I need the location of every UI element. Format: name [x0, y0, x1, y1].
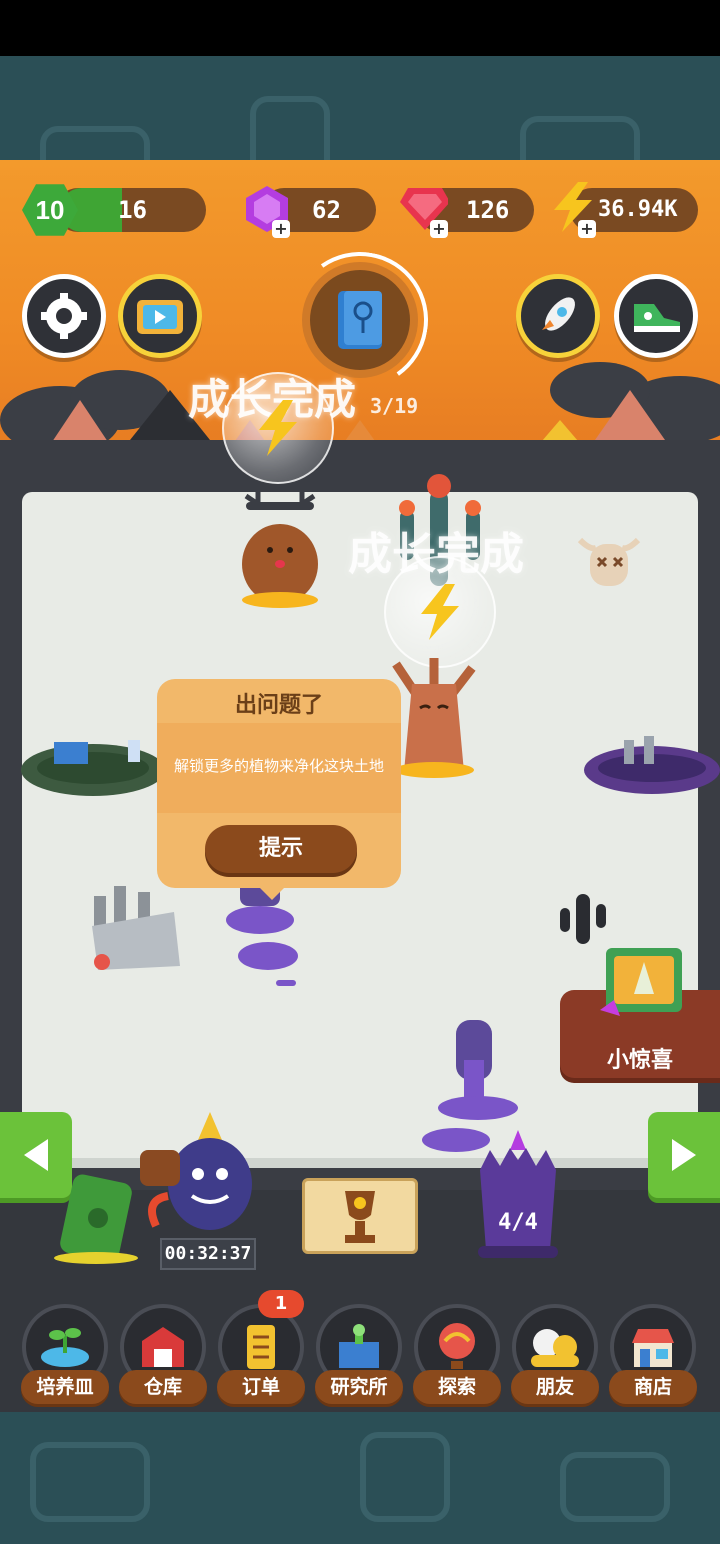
- trophy-board[interactable]: [302, 1178, 418, 1254]
- status-bar-area: [0, 0, 720, 56]
- arrow-right-icon: [672, 1139, 696, 1171]
- bottom-decor-band: [0, 1412, 720, 1544]
- sneaker-icon: [634, 304, 680, 332]
- problem-popup: 出问题了 解锁更多的植物来净化这块土地 提示: [157, 679, 401, 888]
- arrow-left-icon: [24, 1139, 48, 1171]
- friends-icon: [531, 1329, 579, 1367]
- add-red-gem-icon[interactable]: +: [430, 220, 448, 238]
- plant-book-button[interactable]: [302, 262, 418, 378]
- tv-video-icon: [137, 300, 183, 334]
- lab-icon: [339, 1324, 379, 1368]
- monster-character[interactable]: [140, 1110, 260, 1234]
- polluted-patch-left[interactable]: [18, 730, 168, 800]
- hint-button[interactable]: 提示: [205, 825, 357, 873]
- sprout-dish-icon: [41, 1328, 89, 1367]
- nav-label: 朋友: [511, 1370, 599, 1404]
- polluted-patch-right[interactable]: [580, 732, 720, 800]
- top-decor-band: [0, 56, 720, 160]
- nav-label: 订单: [217, 1370, 305, 1404]
- nav-warehouse[interactable]: 仓库: [119, 1304, 208, 1414]
- factory-ruins: [84, 876, 188, 976]
- toxic-barrel: [48, 1170, 144, 1266]
- lightning-icon: [421, 584, 459, 640]
- gear-icon: [41, 293, 87, 339]
- next-area-button[interactable]: [648, 1112, 720, 1198]
- rocket-icon: [542, 297, 575, 331]
- nav-orders[interactable]: 订单: [217, 1304, 306, 1414]
- nav-label: 探索: [413, 1370, 501, 1404]
- nav-label: 培养皿: [21, 1370, 109, 1404]
- shop-icon: [632, 1329, 674, 1367]
- orders-badge: 1: [258, 1290, 304, 1318]
- settings-button[interactable]: [22, 274, 106, 358]
- sneaker-button[interactable]: [614, 274, 698, 358]
- level-value-text: 16: [118, 196, 147, 224]
- energy-count: 36.94K: [598, 197, 678, 222]
- surprise-label: 小惊喜: [606, 1048, 673, 1073]
- red-gem-count: 126: [466, 196, 510, 224]
- popup-title: 出问题了: [234, 693, 323, 718]
- add-purple-gem-icon[interactable]: +: [272, 220, 290, 238]
- rocket-button[interactable]: [516, 274, 600, 358]
- nav-petri-dish[interactable]: 培养皿: [21, 1304, 110, 1414]
- popup-message: 解锁更多的植物来净化这块土地: [173, 757, 384, 775]
- popup-tail: [258, 886, 286, 900]
- antler-creature[interactable]: [238, 490, 322, 610]
- scroll-order-icon: [247, 1325, 275, 1369]
- lightning-icon: [259, 400, 297, 456]
- balloon-icon: [439, 1323, 475, 1369]
- nav-label: 研究所: [315, 1370, 403, 1404]
- trophy-icon: [345, 1191, 375, 1243]
- crystal-counter: 4/4: [498, 1210, 538, 1235]
- nav-label: 仓库: [119, 1370, 207, 1404]
- nav-shop[interactable]: 商店: [609, 1304, 698, 1414]
- purple-gem-count: 62: [312, 196, 341, 224]
- plant-book-icon: [338, 291, 382, 349]
- nav-explore[interactable]: 探索: [413, 1304, 502, 1414]
- barn-icon: [142, 1327, 184, 1367]
- nav-friends[interactable]: 朋友: [511, 1304, 600, 1414]
- energy-bubble[interactable]: [222, 372, 334, 484]
- nav-research[interactable]: 研究所: [315, 1304, 404, 1414]
- crystal-shrine[interactable]: [470, 1130, 566, 1260]
- energy-bubble-2[interactable]: [384, 556, 496, 668]
- cow-skull: [576, 530, 642, 594]
- plant-count: 3/19: [370, 394, 419, 418]
- small-cactus: [556, 890, 610, 946]
- add-energy-icon[interactable]: +: [578, 220, 596, 238]
- nav-label: 商店: [609, 1370, 697, 1404]
- gift-tv-icon[interactable]: [600, 940, 688, 1020]
- timer: 00:32:37: [160, 1238, 256, 1270]
- video-reward-button[interactable]: [118, 274, 202, 358]
